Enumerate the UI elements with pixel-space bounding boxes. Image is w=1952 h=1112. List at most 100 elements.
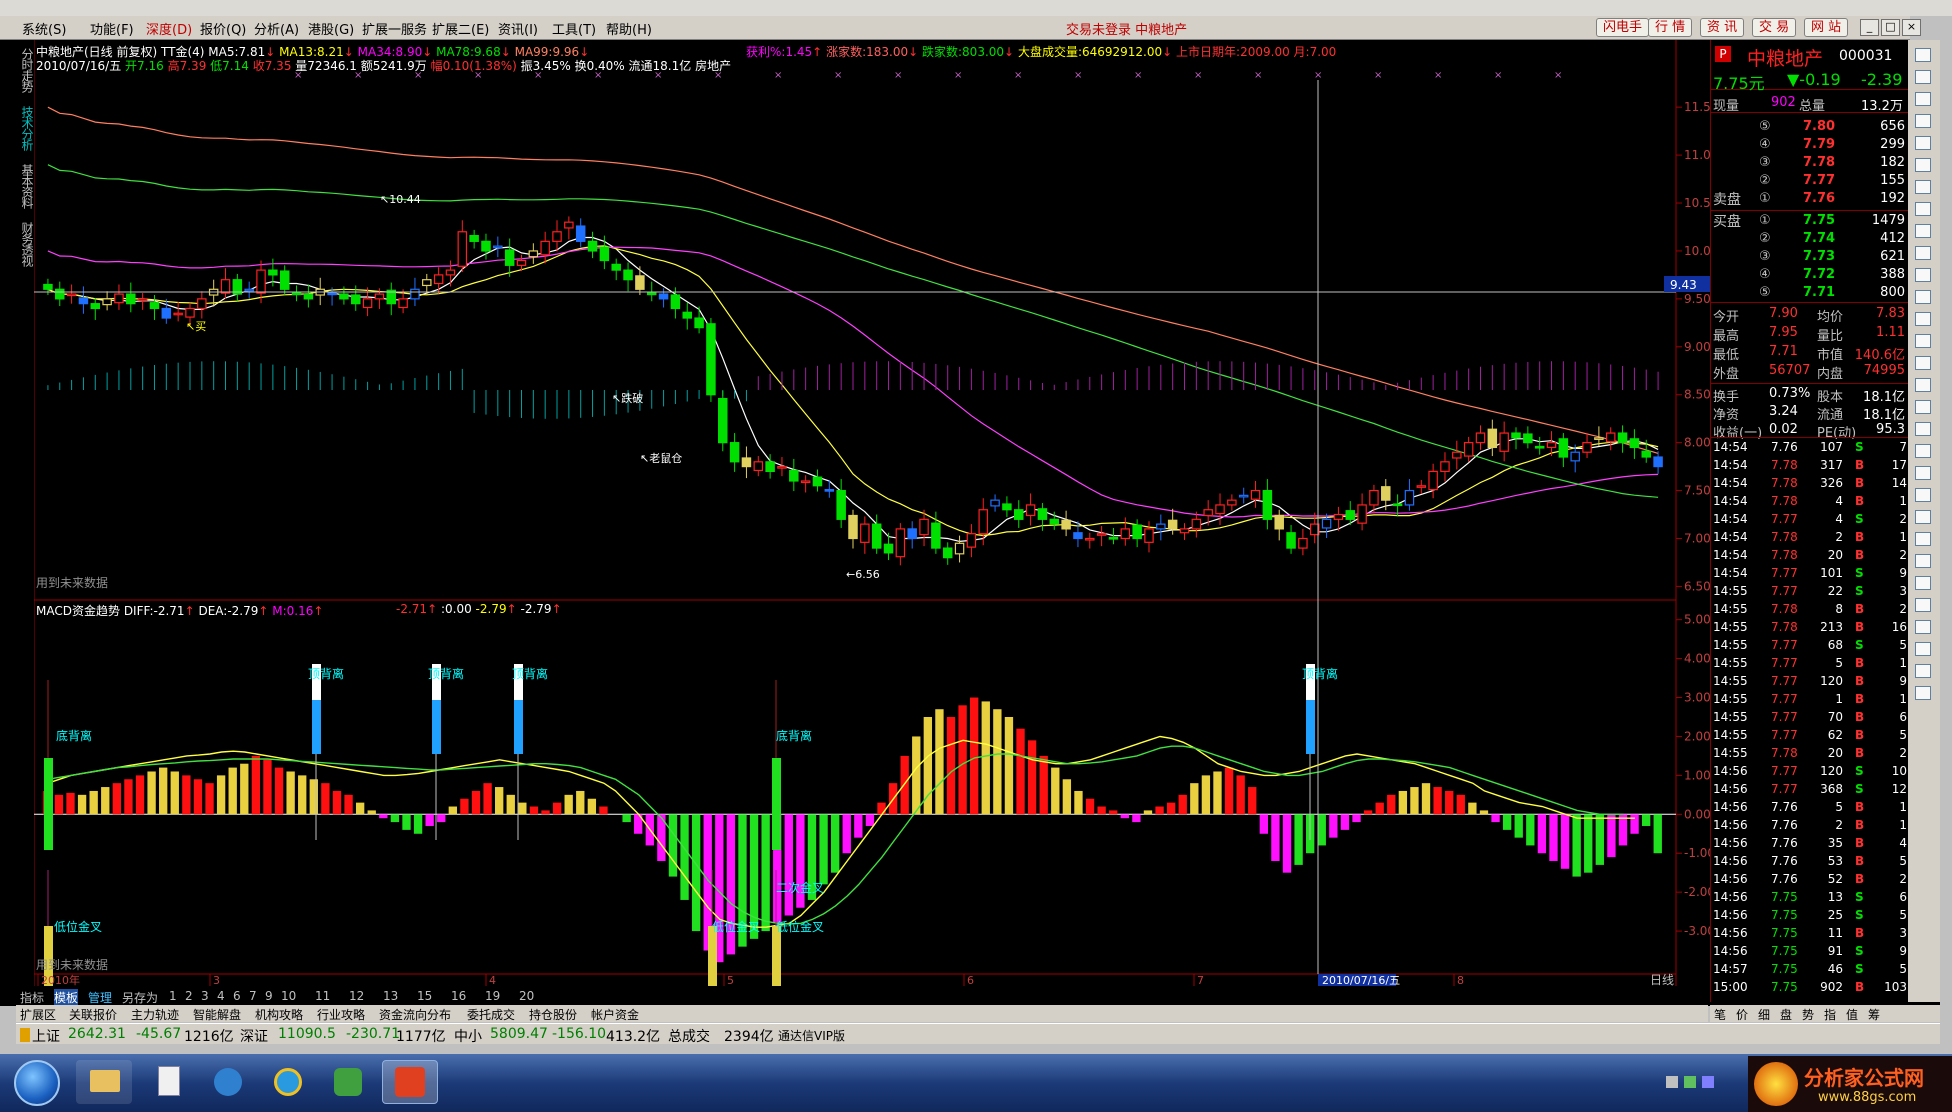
- buy-level[interactable]: ④ 7.72 388: [1711, 267, 1909, 285]
- toolbar-tool-icon[interactable]: [1915, 554, 1931, 568]
- extension-tab[interactable]: 持仓股份: [529, 1006, 577, 1023]
- quote-tab[interactable]: 盘: [1780, 1006, 1792, 1023]
- indicator-tab[interactable]: 3: [201, 989, 209, 1003]
- toolbar-tool-icon[interactable]: [1915, 576, 1931, 590]
- explorer-icon[interactable]: [76, 1060, 132, 1104]
- toolbar-tool-icon[interactable]: [1915, 532, 1931, 546]
- toolbar-tool-icon[interactable]: [1915, 114, 1931, 128]
- news-button[interactable]: 资 讯: [1700, 18, 1745, 37]
- ie-icon[interactable]: [260, 1060, 316, 1104]
- indicator-tab[interactable]: 15: [417, 989, 432, 1003]
- tab-technical[interactable]: 技术分析: [16, 106, 34, 150]
- toolbar-tool-icon[interactable]: [1915, 312, 1931, 326]
- quote-tab[interactable]: 指: [1824, 1006, 1836, 1023]
- extension-tab[interactable]: 机构攻略: [255, 1006, 303, 1023]
- indicator-tab[interactable]: 13: [383, 989, 398, 1003]
- kline-chart[interactable]: 11.50 11.00 10.50 10.00 9.50 9.00 8.50 8.00 7.50…: [34, 40, 1710, 986]
- toolbar-tool-icon[interactable]: [1915, 180, 1931, 194]
- restore-icon[interactable]: □: [1881, 19, 1900, 36]
- toolbar-tool-icon[interactable]: [1915, 268, 1931, 282]
- menu-depth[interactable]: 深度(D): [146, 19, 192, 38]
- tools-icon[interactable]: [320, 1060, 376, 1104]
- toolbar-tool-icon[interactable]: [1915, 378, 1931, 392]
- extension-tab[interactable]: 委托成交: [467, 1006, 515, 1023]
- extension-tab[interactable]: 资金流向分布: [379, 1006, 451, 1023]
- indicator-tab[interactable]: 4: [217, 989, 225, 1003]
- tab-finance[interactable]: 财务透视: [16, 222, 34, 266]
- sell-level[interactable]: ③ 7.78 182: [1711, 155, 1909, 173]
- indicator-tab[interactable]: 9: [265, 989, 273, 1003]
- extension-tab[interactable]: 关联报价: [69, 1006, 117, 1023]
- indicator-tab[interactable]: 2: [185, 989, 193, 1003]
- indicator-tab[interactable]: 管理: [88, 989, 112, 1006]
- quote-tab[interactable]: 势: [1802, 1006, 1814, 1023]
- toolbar-tool-icon[interactable]: [1915, 334, 1931, 348]
- quote-tab[interactable]: 细: [1758, 1006, 1770, 1023]
- extension-tab[interactable]: 主力轨迹: [131, 1006, 179, 1023]
- menu-hk[interactable]: 港股(G): [308, 19, 354, 38]
- toolbar-tool-icon[interactable]: [1915, 642, 1931, 656]
- toolbar-tool-icon[interactable]: [1915, 488, 1931, 502]
- indicator-tab[interactable]: 16: [451, 989, 466, 1003]
- trade-button[interactable]: 交 易: [1752, 18, 1797, 37]
- toolbar-tool-icon[interactable]: [1915, 400, 1931, 414]
- toolbar-tool-icon[interactable]: [1915, 158, 1931, 172]
- start-icon[interactable]: [14, 1060, 60, 1106]
- toolbar-tool-icon[interactable]: [1915, 444, 1931, 458]
- extension-tab[interactable]: 智能解盘: [193, 1006, 241, 1023]
- quote-tab[interactable]: 筹: [1868, 1006, 1880, 1023]
- notepad-icon[interactable]: [140, 1060, 196, 1104]
- toolbar-tool-icon[interactable]: [1915, 70, 1931, 84]
- indicator-tab[interactable]: 指标: [20, 989, 44, 1006]
- close-icon[interactable]: ×: [1902, 19, 1921, 36]
- toolbar-tool-icon[interactable]: [1915, 356, 1931, 370]
- website-button[interactable]: 网 站: [1804, 18, 1849, 37]
- toolbar-tool-icon[interactable]: [1915, 466, 1931, 480]
- buy-level[interactable]: ② 7.74 412: [1711, 231, 1909, 249]
- indicator-tab[interactable]: 11: [315, 989, 330, 1003]
- minimize-icon[interactable]: _: [1860, 19, 1879, 36]
- toolbar-tool-icon[interactable]: [1915, 664, 1931, 678]
- toolbar-tool-icon[interactable]: [1915, 290, 1931, 304]
- toolbar-tool-icon[interactable]: [1915, 686, 1931, 700]
- indicator-tab[interactable]: 6: [233, 989, 241, 1003]
- buy-level[interactable]: ⑤ 7.71 800: [1711, 285, 1909, 303]
- toolbar-tool-icon[interactable]: [1915, 246, 1931, 260]
- toolbar-tool-icon[interactable]: [1915, 224, 1931, 238]
- flash-trade-button[interactable]: 闪电手: [1596, 18, 1650, 37]
- quote-tab[interactable]: 笔: [1714, 1006, 1726, 1023]
- indicator-tab[interactable]: 1: [169, 989, 177, 1003]
- indicator-tab[interactable]: 10: [281, 989, 296, 1003]
- toolbar-tool-icon[interactable]: [1915, 510, 1931, 524]
- menu-ext2[interactable]: 扩展二(E): [432, 19, 489, 38]
- toolbar-tool-icon[interactable]: [1915, 598, 1931, 612]
- tdx-app-icon[interactable]: [382, 1060, 438, 1104]
- toolbar-tool-icon[interactable]: [1915, 202, 1931, 216]
- period-label[interactable]: 日线: [1650, 973, 1674, 986]
- indicator-tab[interactable]: 12: [349, 989, 364, 1003]
- tray-icons[interactable]: [1666, 1076, 1726, 1090]
- market-button[interactable]: 行 情: [1648, 18, 1693, 37]
- sell-level[interactable]: ④ 7.79 299: [1711, 137, 1909, 155]
- menu-quote[interactable]: 报价(Q): [200, 19, 246, 38]
- toolbar-tool-icon[interactable]: [1915, 48, 1931, 62]
- menu-ext1[interactable]: 扩展一服务: [362, 19, 427, 38]
- menu-info[interactable]: 资讯(I): [498, 19, 538, 38]
- sell-level[interactable]: ⑤ 7.80 656: [1711, 119, 1909, 137]
- toolbar-tool-icon[interactable]: [1915, 92, 1931, 106]
- indicator-tab[interactable]: 19: [485, 989, 500, 1003]
- menu-analysis[interactable]: 分析(A): [254, 19, 299, 38]
- quote-tab[interactable]: 价: [1736, 1006, 1748, 1023]
- extension-tab[interactable]: 帐户资金: [591, 1006, 639, 1023]
- extension-tab[interactable]: 扩展区: [20, 1006, 56, 1023]
- menu-help[interactable]: 帮助(H): [606, 19, 652, 38]
- indicator-tab[interactable]: 7: [249, 989, 257, 1003]
- buy-level[interactable]: ③ 7.73 621: [1711, 249, 1909, 267]
- tab-profile[interactable]: 基本资料: [16, 164, 34, 208]
- toolbar-tool-icon[interactable]: [1915, 136, 1931, 150]
- menu-function[interactable]: 功能(F): [90, 19, 134, 38]
- toolbar-tool-icon[interactable]: [1915, 422, 1931, 436]
- toolbar-tool-icon[interactable]: [1915, 620, 1931, 634]
- menu-tools[interactable]: 工具(T): [552, 19, 596, 38]
- extension-tab[interactable]: 行业攻略: [317, 1006, 365, 1023]
